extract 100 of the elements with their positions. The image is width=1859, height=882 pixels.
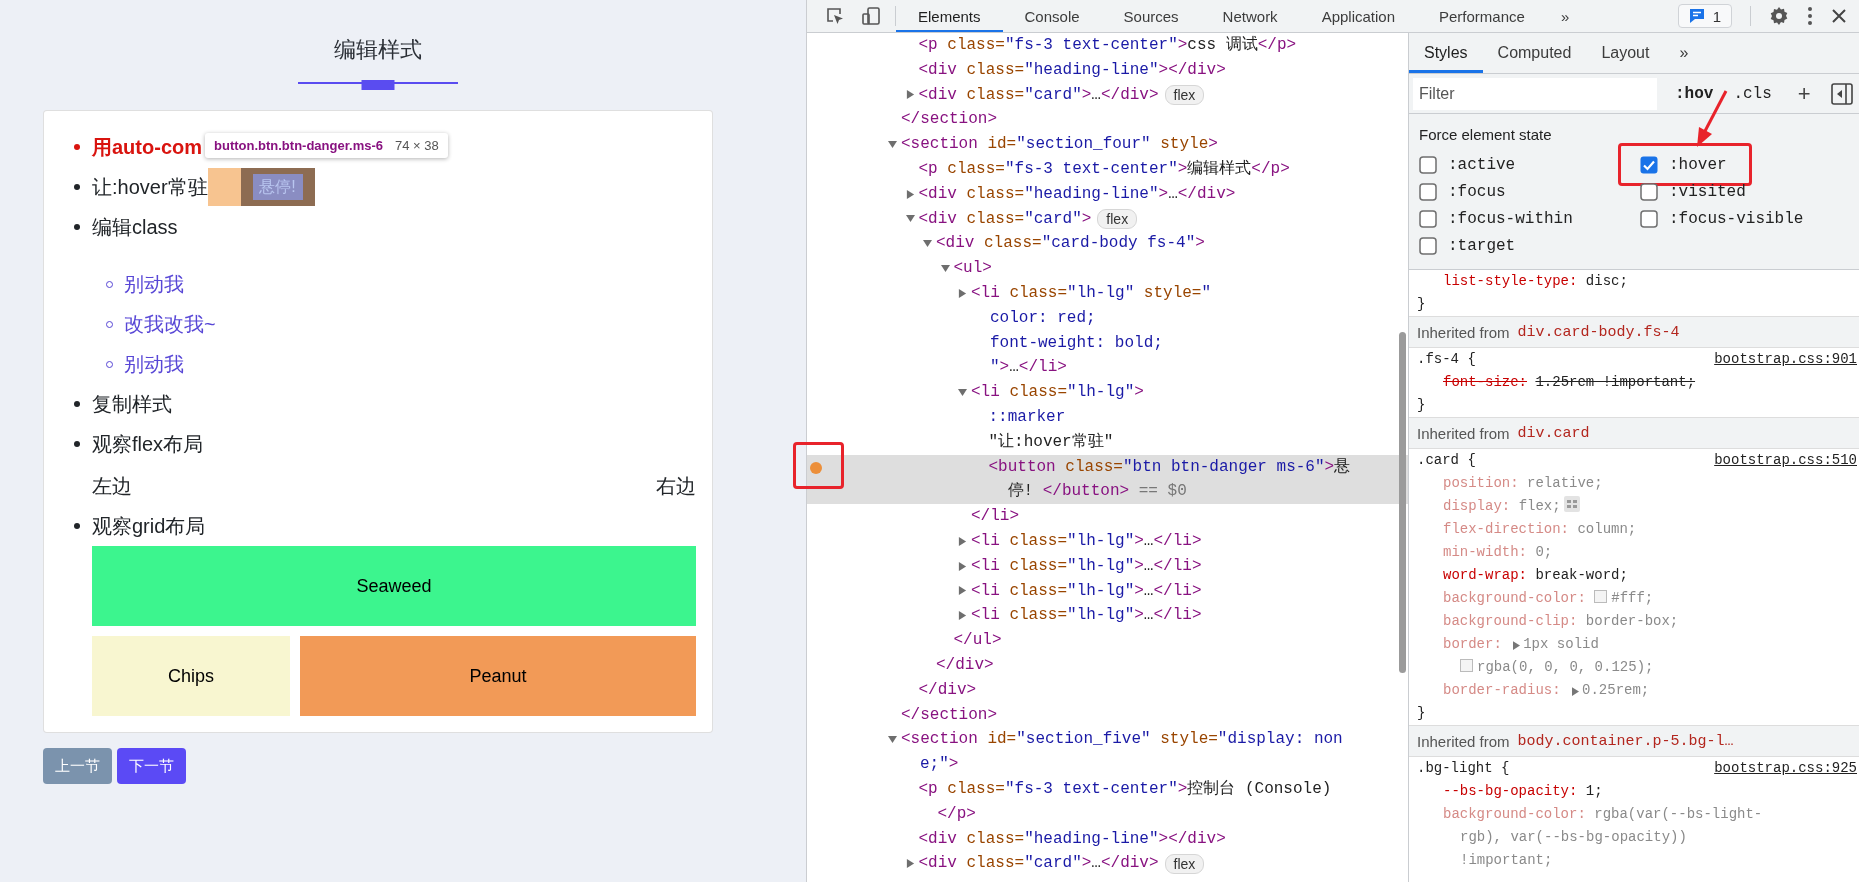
inherited-selector: div.card-body.fs-4 (1517, 323, 1680, 341)
styles-tab[interactable]: Layout (1586, 33, 1665, 73)
state-label: :visited (1669, 182, 1746, 201)
property-value: rgb), var(--bs-bg-opacity)) (1460, 829, 1687, 845)
code-line: <li class="lh-lg"> (971, 382, 1144, 404)
property-value: relative; (1527, 475, 1603, 491)
code-line: <div class="heading-line"></div> (918, 828, 1226, 850)
code-line: <p class="fs-3 text-center">控制台 (Console) (918, 778, 1332, 800)
sidebar-toggle-icon[interactable] (1830, 82, 1853, 105)
property-name: background-color: (1443, 590, 1586, 606)
closing-brace: } (1417, 396, 1426, 415)
list-item-text: 编辑class (92, 214, 178, 240)
flex-right-text: 右边 (656, 473, 696, 499)
property-name: display: (1443, 498, 1511, 514)
checkbox[interactable] (1640, 209, 1658, 228)
code-line: </li> (971, 506, 1019, 528)
flexbox-editor-icon[interactable] (1563, 496, 1580, 512)
caret-right-icon[interactable] (1513, 641, 1521, 650)
tooltip-selector: button.btn.btn-danger.ms-6 (214, 138, 383, 153)
checkbox[interactable] (1640, 182, 1658, 201)
property-value: border-box; (1585, 613, 1679, 629)
code-line: <li class="lh-lg" style=" (971, 282, 1212, 304)
caret-right-icon[interactable] (958, 611, 967, 621)
code-line: <p class="fs-3 text-center">编辑样式</p> (918, 159, 1290, 180)
inspect-icon[interactable] (825, 6, 845, 26)
styles-tab[interactable]: Computed (1482, 33, 1587, 73)
devtools-tab[interactable]: Performance (1417, 0, 1547, 32)
grid-cell: Chips (92, 636, 290, 716)
caret-right-icon[interactable] (958, 561, 967, 571)
code-line: <div class="card">…</div> (918, 84, 1159, 106)
caret-down-icon[interactable] (940, 264, 950, 274)
code-line: </ul> (953, 630, 1002, 652)
property-value: rgba(0, 0, 0, 0.125); (1477, 659, 1654, 675)
property-value: break-word; (1535, 567, 1628, 583)
page-title: 编辑样式 (333, 36, 423, 64)
devtools-tab[interactable]: Application (1299, 0, 1417, 32)
nav-button[interactable]: 下一节 (117, 748, 186, 784)
code-line: <section id="section_five" style="display: non (901, 729, 1343, 751)
styles-tab[interactable]: Styles (1409, 33, 1483, 73)
caret-right-icon[interactable] (905, 189, 915, 199)
bullet-icon (74, 144, 80, 150)
inherited-selector: div.card (1517, 424, 1590, 442)
caret-right-icon[interactable] (958, 288, 967, 298)
devices-icon[interactable] (861, 6, 881, 26)
property-value: disc; (1585, 273, 1628, 289)
list-item-text: 用auto-com (92, 134, 202, 160)
more-tabs-button[interactable]: » (1664, 33, 1704, 73)
code-line: <section id="section_four" style> (901, 134, 1218, 156)
list-item-text: 别动我 (124, 271, 184, 297)
checkbox[interactable] (1640, 155, 1658, 174)
checkbox[interactable] (1419, 236, 1437, 255)
source-link[interactable]: bootstrap.css:901 (1714, 348, 1859, 371)
hov-toggle[interactable]: :hov (1675, 84, 1714, 103)
cls-toggle[interactable]: .cls (1733, 84, 1772, 103)
property-name: background-clip: (1443, 613, 1578, 629)
caret-down-icon[interactable] (888, 735, 897, 745)
devtools-tab[interactable]: Sources (1101, 0, 1201, 32)
grid-cell: Seaweed (92, 546, 696, 626)
caret-right-icon[interactable] (1572, 687, 1580, 696)
code-line: <div class="heading-line">…</div> (918, 183, 1236, 205)
filter-field[interactable]: Filter (1413, 77, 1657, 110)
devtools-tab[interactable]: Console (1002, 0, 1102, 32)
code-line: </section> (901, 704, 997, 726)
grid-cell: Peanut (300, 636, 696, 716)
code-line: e;"> (920, 754, 959, 776)
caret-right-icon[interactable] (905, 859, 915, 869)
property-value: 1; (1585, 783, 1603, 799)
caret-down-icon[interactable] (958, 388, 967, 398)
close-icon[interactable] (1831, 8, 1847, 24)
more-tabs-button[interactable]: » (1546, 0, 1584, 32)
bullet-icon (74, 184, 80, 190)
source-link[interactable]: bootstrap.css:510 (1714, 449, 1859, 472)
checkbox[interactable] (1419, 209, 1437, 228)
property-name: flex-direction: (1443, 521, 1570, 537)
more-icon[interactable] (1807, 6, 1813, 26)
checkbox[interactable] (1419, 182, 1437, 201)
inherited-selector: body.container.p-5.bg-l… (1517, 732, 1734, 750)
source-link[interactable]: bootstrap.css:925 (1714, 757, 1859, 780)
caret-right-icon[interactable] (958, 536, 967, 546)
code-line: 停! </button> == $0 (1007, 481, 1187, 503)
state-label: :target (1448, 236, 1516, 255)
settings-icon[interactable] (1769, 6, 1789, 26)
caret-down-icon[interactable] (888, 140, 897, 150)
caret-right-icon[interactable] (905, 90, 915, 100)
code-line: <li class="lh-lg">…</li> (971, 555, 1202, 577)
devtools-tab[interactable]: Elements (896, 0, 1003, 32)
property-name: word-wrap: (1443, 567, 1527, 583)
code-line: </section> (901, 109, 997, 131)
issues-button[interactable]: 1 (1677, 4, 1732, 28)
new-rule-button[interactable]: + (1797, 80, 1811, 107)
code-line: <li class="lh-lg">…</li> (971, 580, 1202, 602)
flex-badge: flex (1164, 853, 1205, 874)
devtools-tab[interactable]: Network (1200, 0, 1300, 32)
tooltip-size: 74 × 38 (395, 138, 439, 153)
checkbox[interactable] (1419, 155, 1437, 174)
caret-right-icon[interactable] (958, 586, 967, 596)
bullet-icon (74, 224, 80, 230)
caret-down-icon[interactable] (905, 214, 915, 224)
list-item-text: 别动我 (124, 351, 184, 377)
caret-down-icon[interactable] (923, 239, 932, 249)
